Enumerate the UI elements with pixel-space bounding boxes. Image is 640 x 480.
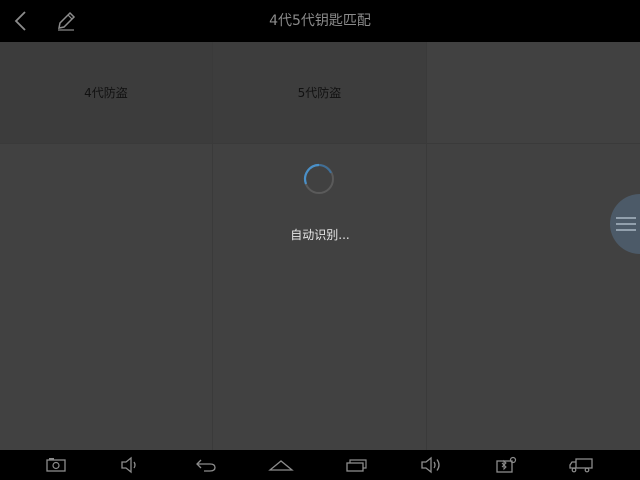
grid-divider (0, 143, 640, 144)
truck-icon (569, 458, 593, 473)
loading-spinner (304, 163, 334, 194)
pencil-icon (58, 11, 76, 31)
back-nav-button[interactable] (192, 454, 220, 476)
home-icon (268, 460, 294, 471)
volume-down-icon (121, 456, 136, 474)
app-screen: 4代5代钥匙匹配 4代防盗 5代防盗 自动识别... (0, 0, 640, 480)
volume-down-button[interactable] (116, 454, 144, 476)
tile-5th-gen-immobilizer[interactable]: 5代防盗 (213, 42, 426, 143)
recent-apps-icon (346, 459, 367, 472)
menu-lines-icon (616, 217, 636, 231)
top-bar: 4代5代钥匙匹配 (0, 0, 640, 42)
tile-4th-gen-immobilizer[interactable]: 4代防盗 (0, 42, 212, 143)
screenshot-icon (46, 458, 66, 472)
vci-connect-button[interactable] (492, 454, 520, 476)
page-title: 4代5代钥匙匹配 (269, 13, 371, 29)
truck-mode-button[interactable] (567, 454, 595, 476)
tile-label: 4代防盗 (84, 86, 128, 100)
screenshot-button[interactable] (42, 454, 70, 476)
content-area: 4代防盗 5代防盗 自动识别... (0, 42, 640, 450)
system-nav-bar (0, 450, 640, 480)
tile-label: 5代防盗 (297, 86, 342, 100)
volume-up-icon (421, 456, 440, 474)
loading-text: 自动识别... (290, 228, 350, 242)
vci-connect-icon (496, 456, 517, 473)
recent-apps-button[interactable] (342, 454, 370, 476)
back-arrow-icon (196, 459, 216, 472)
back-button[interactable] (4, 4, 36, 38)
grid-divider (212, 42, 213, 450)
grid-divider (426, 42, 427, 450)
home-button[interactable] (267, 454, 295, 476)
edit-button[interactable] (50, 4, 82, 38)
chevron-left-icon (14, 11, 26, 31)
volume-up-button[interactable] (417, 454, 445, 476)
